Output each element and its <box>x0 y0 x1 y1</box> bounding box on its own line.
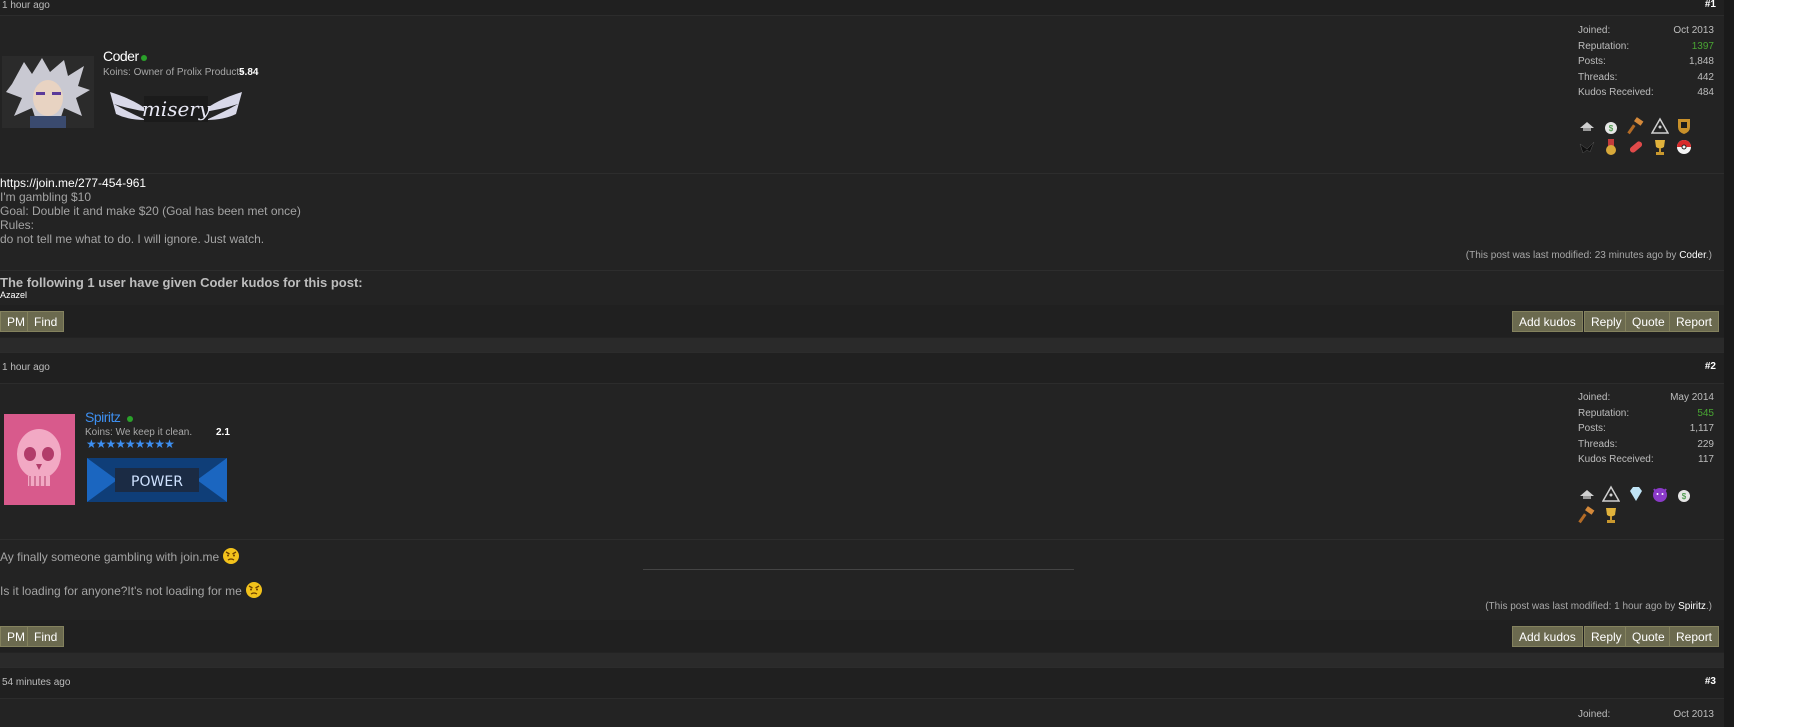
page-background <box>1734 0 1806 727</box>
dark-bird-icon[interactable] <box>1578 138 1596 156</box>
pokeball-icon[interactable] <box>1675 138 1693 156</box>
money-bag-icon[interactable]: $ <box>1602 117 1620 135</box>
post-separator <box>0 653 1724 667</box>
trophy-icon[interactable] <box>1651 138 1669 156</box>
crest-icon[interactable] <box>1675 117 1693 135</box>
thread-count: 442 <box>1697 71 1714 83</box>
money-bag-icon[interactable]: $ <box>1675 485 1693 503</box>
avatar[interactable] <box>2 56 94 128</box>
koins-value: 2.1 <box>216 427 230 438</box>
pyramid-icon[interactable] <box>1602 485 1621 503</box>
user-stats: Joined: May 2014 Reputation: 545 Posts: 1,1… <box>1578 392 1714 466</box>
kudos-count: 117 <box>1698 454 1714 466</box>
userbar-image: POWER <box>87 456 227 507</box>
thread-view: 1 hour ago #1 Coder Koins: Owner of Prol… <box>0 0 1724 727</box>
online-status-icon <box>127 416 133 422</box>
hat-icon[interactable] <box>1578 485 1596 503</box>
scroll-gutter <box>1724 0 1734 727</box>
pyramid-icon[interactable] <box>1651 117 1670 135</box>
hat-icon[interactable] <box>1578 117 1596 135</box>
post-text-line: do not tell me what to do. I will ignore… <box>0 232 265 246</box>
kudos-count: 484 <box>1697 87 1714 99</box>
post-controls: PM Find Add kudos Reply Quote Report <box>0 620 1724 652</box>
post-body: Is it loading for anyone?It's not loadin… <box>0 581 263 599</box>
post-timestamp: 1 hour ago <box>2 362 50 373</box>
modified-by-link[interactable]: Spiritz <box>1678 601 1706 612</box>
trophy-icon[interactable] <box>1602 506 1620 524</box>
post-rule <box>643 569 1074 570</box>
gavel-icon[interactable] <box>1578 506 1596 524</box>
post-link[interactable]: https://join.me/277-454-961 <box>0 176 301 190</box>
thread-count: 229 <box>1697 438 1714 450</box>
joined-date: Oct 2013 <box>1673 709 1714 720</box>
find-button[interactable]: Find <box>27 311 65 332</box>
post-header: 54 minutes ago #3 <box>0 667 1724 699</box>
add-kudos-button[interactable]: Add kudos <box>1512 311 1583 332</box>
post-header: 1 hour ago #2 <box>0 352 1724 384</box>
reputation-value[interactable]: 545 <box>1697 408 1714 419</box>
find-button[interactable]: Find <box>27 626 65 647</box>
post-count: 1,117 <box>1689 423 1714 435</box>
post-text-line: I'm gambling $10 <box>0 190 92 204</box>
post-text-line: Ay finally someone gambling with join.me <box>0 550 220 564</box>
koins-label: Koins: Owner of Prolix Products <box>103 67 245 78</box>
post-divider <box>0 539 1724 540</box>
user-stats: Joined: Oct 2013 <box>1578 709 1714 720</box>
post-text-line: Rules: <box>0 218 35 232</box>
post-header: 1 hour ago #1 <box>0 0 1724 16</box>
rank-stars: ★★★★★★★★★ <box>86 437 175 451</box>
post-count: 1,848 <box>1688 56 1714 68</box>
post-divider <box>0 270 1724 271</box>
angry-smiley-icon <box>245 582 262 598</box>
post-controls: PM Find Add kudos Reply Quote Report <box>0 305 1724 337</box>
post-permalink[interactable]: #3 <box>1705 676 1716 687</box>
post-text-line: Is it loading for anyone?It's not loadin… <box>0 584 242 598</box>
post-timestamp: 54 minutes ago <box>2 677 71 688</box>
reply-button[interactable]: Reply <box>1584 311 1629 332</box>
modified-by-link[interactable]: Coder <box>1679 250 1706 261</box>
gavel-icon[interactable] <box>1627 117 1645 135</box>
post-permalink[interactable]: #2 <box>1705 361 1716 372</box>
svg-text:$: $ <box>1609 124 1614 133</box>
reply-button[interactable]: Reply <box>1584 626 1629 647</box>
award-icons: $ <box>1578 117 1718 159</box>
post-text-line: Goal: Double it and make $20 (Goal has b… <box>0 204 301 218</box>
report-button[interactable]: Report <box>1669 626 1720 647</box>
kudos-user-link[interactable]: Azazel <box>0 290 27 300</box>
medal-icon[interactable] <box>1602 138 1620 156</box>
post-separator <box>0 338 1724 352</box>
joined-date: May 2014 <box>1670 392 1714 403</box>
reputation-value[interactable]: 1397 <box>1692 41 1714 52</box>
award-icons: $ <box>1578 485 1718 527</box>
add-kudos-button[interactable]: Add kudos <box>1512 626 1583 647</box>
online-status-icon <box>141 55 147 61</box>
post-body: Ay finally someone gambling with join.me <box>0 547 240 565</box>
last-modified-note: (This post was last modified: 1 hour ago… <box>1485 601 1712 612</box>
svg-text:$: $ <box>1682 492 1687 501</box>
quote-button[interactable]: Quote <box>1625 626 1672 647</box>
report-button[interactable]: Report <box>1669 311 1720 332</box>
username[interactable]: Spiritz <box>85 409 121 425</box>
user-stats: Joined: Oct 2013 Reputation: 1397 Posts: 1,… <box>1578 25 1714 99</box>
svg-text:misery: misery <box>142 97 211 121</box>
post-body: https://join.me/277-454-961 I'm gambling… <box>0 176 301 246</box>
diamond-icon[interactable] <box>1627 485 1645 503</box>
post-permalink[interactable]: #1 <box>1705 0 1716 10</box>
avatar[interactable] <box>4 414 75 505</box>
last-modified-note: (This post was last modified: 23 minutes… <box>1465 250 1712 261</box>
username[interactable]: Coder <box>103 48 139 64</box>
svg-text:POWER: POWER <box>131 474 183 490</box>
userbar-image: misery <box>106 80 246 139</box>
post-timestamp: 1 hour ago <box>2 0 50 11</box>
post-divider <box>0 173 1724 174</box>
joined-date: Oct 2013 <box>1673 25 1714 36</box>
quote-button[interactable]: Quote <box>1625 311 1672 332</box>
koins-value: 5.84 <box>239 67 259 78</box>
angry-smiley-icon <box>223 548 240 564</box>
kudos-title: The following 1 user have given Coder ku… <box>0 275 363 290</box>
pill-icon[interactable] <box>1627 138 1645 156</box>
devil-icon[interactable] <box>1651 485 1669 503</box>
